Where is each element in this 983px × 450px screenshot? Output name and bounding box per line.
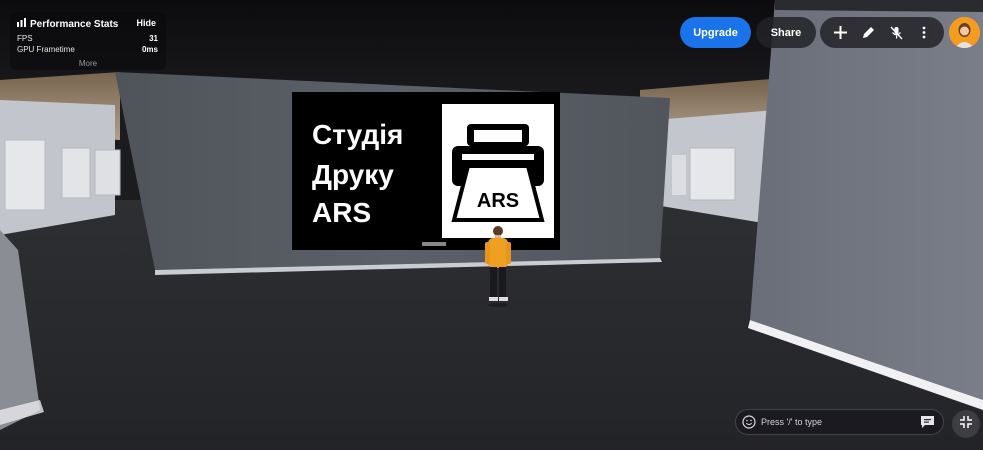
stat-row-fps: FPS 31	[17, 34, 158, 43]
chat-bubble-icon[interactable]	[920, 415, 935, 434]
banner-line-1: Студія	[312, 119, 403, 150]
logo-text: ARS	[477, 190, 519, 212]
pencil-icon[interactable]	[857, 22, 879, 44]
share-button[interactable]: Share	[756, 17, 816, 48]
more-stats-button[interactable]: More	[10, 59, 166, 68]
toolbar-actions	[820, 17, 944, 48]
player-avatar-character[interactable]	[480, 222, 516, 307]
performance-stats-title: Performance Stats	[17, 18, 118, 30]
performance-stats-panel: Performance Stats Hide FPS 31 GPU Framet…	[10, 12, 166, 70]
studio-banner[interactable]: Студія Друку ARS ARS	[292, 92, 560, 250]
mic-off-icon[interactable]	[885, 22, 907, 44]
plus-icon[interactable]	[829, 22, 851, 44]
stat-value: 31	[149, 34, 158, 43]
3d-viewport[interactable]: Студія Друку ARS ARS Performance Stats H…	[0, 0, 983, 450]
performance-stats-label: Performance Stats	[30, 18, 119, 30]
hide-stats-button[interactable]: Hide	[136, 18, 156, 28]
stat-label: GPU Frametime	[17, 45, 75, 54]
bar-chart-icon	[17, 18, 26, 30]
banner-line-2: Друку	[312, 159, 394, 190]
user-avatar[interactable]	[949, 17, 980, 48]
stat-label: FPS	[17, 34, 33, 43]
exit-fullscreen-button[interactable]	[952, 410, 980, 438]
chat-input[interactable]: Press '/' to type	[735, 409, 944, 435]
stat-value: 0ms	[141, 45, 158, 54]
upgrade-button[interactable]: Upgrade	[680, 17, 751, 48]
chat-placeholder: Press '/' to type	[761, 417, 822, 427]
emoji-icon[interactable]	[742, 415, 756, 434]
collapse-icon	[960, 415, 972, 433]
stat-row-gpu-frametime: GPU Frametime 0ms	[17, 45, 158, 54]
banner-line-3: ARS	[312, 197, 371, 228]
more-vertical-icon[interactable]	[913, 22, 935, 44]
